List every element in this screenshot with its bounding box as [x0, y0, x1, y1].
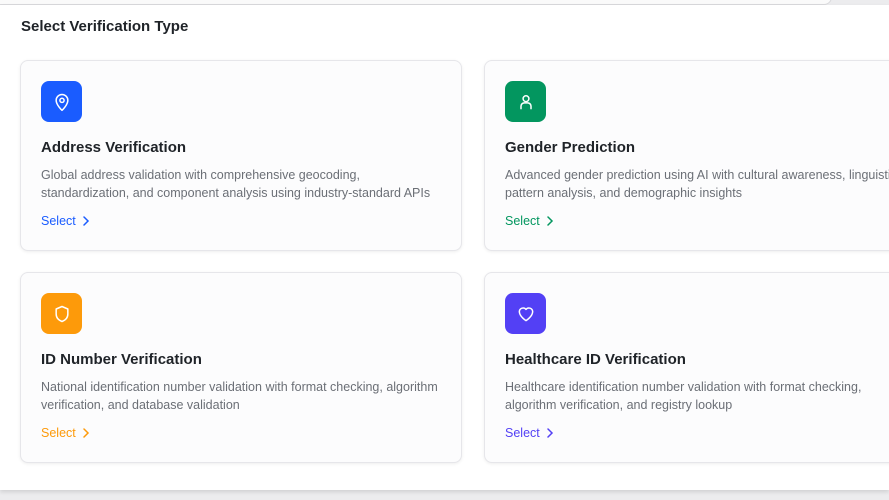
chevron-right-icon [547, 216, 553, 226]
select-label: Select [505, 214, 540, 228]
select-link[interactable]: Select [505, 426, 554, 440]
map-pin-icon [41, 81, 82, 122]
select-link[interactable]: Select [41, 214, 90, 228]
chevron-right-icon [547, 428, 553, 438]
select-link[interactable]: Select [505, 214, 554, 228]
card-description: National identification number validatio… [41, 380, 438, 412]
card-id-number-verification[interactable]: ID Number Verification National identifi… [20, 272, 462, 463]
heart-icon [505, 293, 546, 334]
card-title: ID Number Verification [41, 351, 202, 368]
card-address-verification[interactable]: Address Verification Global address vali… [20, 60, 462, 251]
card-description: Healthcare identification number validat… [505, 380, 862, 412]
card-gender-prediction[interactable]: Gender Prediction Advanced gender predic… [484, 60, 889, 251]
shield-icon [41, 293, 82, 334]
card-description: Global address validation with comprehen… [41, 168, 431, 200]
select-label: Select [41, 426, 76, 440]
card-healthcare-id-verification[interactable]: Healthcare ID Verification Healthcare id… [484, 272, 889, 463]
select-link[interactable]: Select [41, 426, 90, 440]
card-title: Gender Prediction [505, 139, 636, 156]
select-label: Select [41, 214, 76, 228]
chevron-right-icon [83, 216, 89, 226]
verification-type-panel: Select Verification Type Address Verific… [0, 5, 889, 490]
card-title: Address Verification [41, 139, 187, 156]
user-icon [505, 81, 546, 122]
card-description: Advanced gender prediction using AI with… [505, 168, 889, 200]
section-heading: Select Verification Type [21, 18, 189, 35]
select-label: Select [505, 426, 540, 440]
chevron-right-icon [83, 428, 89, 438]
card-title: Healthcare ID Verification [505, 351, 686, 368]
